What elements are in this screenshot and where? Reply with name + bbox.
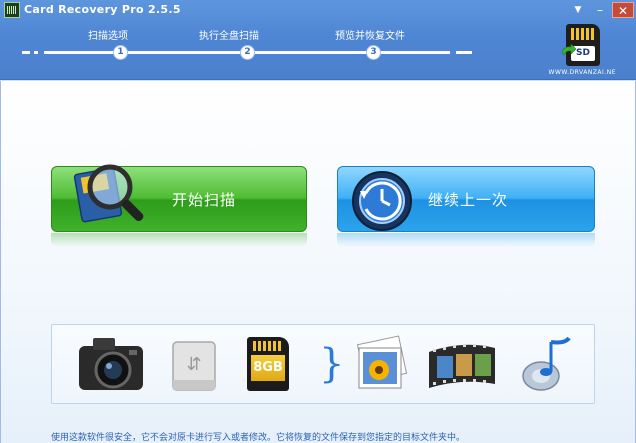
- usb-drive-icon: ⇵: [172, 341, 216, 391]
- menu-icon[interactable]: ▼: [568, 2, 588, 18]
- step-track-segment: [22, 51, 30, 54]
- step-3-circle: 3: [366, 45, 381, 60]
- step-2-circle: 2: [240, 45, 255, 60]
- step-track: [44, 51, 472, 54]
- start-scan-label: 开始扫描: [172, 191, 237, 209]
- step-track-segment: [34, 51, 38, 54]
- close-button[interactable]: ✕: [612, 2, 634, 18]
- title-bar: Card Recovery Pro 2.5.5 ▼ – ✕ 扫描选项 1 执行全…: [0, 0, 636, 80]
- scan-magnifier-icon: [73, 164, 144, 223]
- safety-notice: 使用这款软件很安全，它不会对原卡进行写入或者修改。它将恢复的文件保存到您指定的目…: [51, 433, 466, 443]
- camera-icon: [79, 338, 143, 390]
- resume-last-label: 继续上一次: [428, 191, 509, 209]
- scan-button-reflection: [51, 233, 307, 247]
- memory-card-label: 8GB: [251, 355, 285, 381]
- resume-last-button[interactable]: 继续上一次: [337, 166, 595, 232]
- memory-card-icon: 8GB: [247, 337, 289, 391]
- film-strip-icon: [429, 344, 495, 388]
- minimize-button[interactable]: –: [590, 2, 610, 18]
- app-icon: [4, 2, 20, 18]
- window-title: Card Recovery Pro 2.5.5: [24, 3, 181, 16]
- step-2-label: 执行全盘扫描: [199, 31, 259, 42]
- step-track-segment: [456, 51, 464, 54]
- brand-url: WWW.DRVANZAI.NE: [548, 69, 616, 76]
- clock-icon: [352, 171, 412, 231]
- photo-icon: [356, 335, 408, 389]
- brace-divider: }: [319, 341, 345, 387]
- step-1-label: 扫描选项: [88, 31, 128, 42]
- recycle-arrow-icon: [561, 44, 576, 56]
- step-3-label: 预览并恢复文件: [335, 31, 405, 42]
- music-note-icon: [522, 336, 571, 391]
- step-1-circle: 1: [113, 45, 128, 60]
- wizard-steps: 扫描选项 1 执行全盘扫描 2 预览并恢复文件 3: [22, 22, 472, 64]
- start-scan-button[interactable]: 开始扫描: [51, 164, 307, 232]
- svg-text:⇵: ⇵: [186, 354, 201, 375]
- main-panel: 开始扫描 继续上一次 ⇵ 8GB } 使用这款软件很安全，它不会对原卡进行写入或…: [0, 81, 636, 443]
- resume-button-reflection: [337, 233, 595, 247]
- step-track-segment: [436, 51, 450, 54]
